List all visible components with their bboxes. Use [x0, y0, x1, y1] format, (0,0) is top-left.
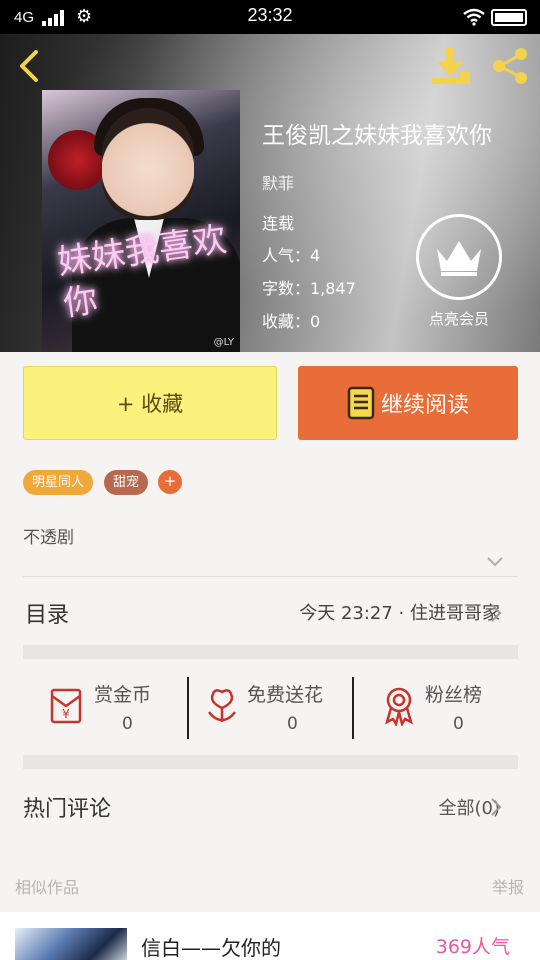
collect-label: + 收藏: [116, 392, 184, 416]
crown-icon: [437, 241, 481, 276]
similar-work-item[interactable]: 信白——欠你的 369人气: [0, 912, 540, 960]
medal-icon: [385, 687, 413, 726]
fan-ranking-button[interactable]: 粉丝榜 0: [381, 680, 511, 738]
section-separator: [23, 645, 518, 659]
tip-coins-button[interactable]: ¥ 赏金币 0: [46, 680, 176, 738]
book-popularity: 人气：4: [262, 246, 321, 265]
back-button[interactable]: [14, 48, 42, 84]
toc-latest-chapter[interactable]: 今天 23:27 · 住进哥哥家: [299, 599, 500, 625]
stat-separator: [352, 677, 354, 739]
tag-sweet-romance[interactable]: 甜宠: [104, 470, 149, 495]
send-flowers-button[interactable]: 免费送花 0: [203, 680, 353, 738]
stat-separator: [187, 677, 189, 739]
cover-face: [102, 108, 194, 220]
download-icon[interactable]: [430, 46, 472, 86]
collect-button[interactable]: + 收藏: [23, 366, 277, 440]
section-separator: [23, 755, 518, 769]
cover-signature: @LY: [213, 337, 234, 348]
book-word-count: 字数：1,847: [262, 279, 356, 298]
similar-works-title: 相似作品: [15, 878, 80, 897]
book-status: 连载: [262, 214, 295, 233]
divider: [23, 576, 518, 577]
toc-title[interactable]: 目录: [25, 597, 69, 629]
book-header: 4G ⚙ 23:32 妹妹我喜欢你 @LY 王俊凯之妹妹我喜欢你 默菲 连载 人…: [0, 0, 540, 352]
book-summary: 不透剧: [23, 528, 74, 548]
fan-ranking-label: 粉丝榜: [425, 684, 483, 706]
wifi-icon: [463, 8, 485, 26]
similar-work-cover: [15, 928, 127, 960]
hot-comments-title: 热门评论: [23, 797, 112, 822]
book-cover[interactable]: 妹妹我喜欢你 @LY: [42, 90, 240, 352]
red-envelope-icon: ¥: [50, 688, 82, 724]
clock: 23:32: [247, 5, 293, 25]
share-icon[interactable]: [490, 46, 530, 86]
battery-icon: [491, 9, 527, 26]
vip-label[interactable]: 点亮会员: [402, 308, 516, 329]
tip-coins-label: 赏金币: [94, 684, 152, 706]
status-bar: 4G ⚙ 23:32: [0, 0, 540, 34]
tag-celebrity-fanfic[interactable]: 明星同人: [23, 470, 94, 495]
book-title: 王俊凯之妹妹我喜欢你: [262, 123, 492, 149]
send-flowers-label: 免费送花: [247, 684, 324, 706]
chevron-right-icon[interactable]: [490, 603, 502, 623]
similar-work-title: 信白——欠你的: [141, 936, 281, 960]
similar-work-popularity: 369人气: [435, 936, 510, 958]
send-flowers-value: 0: [287, 714, 298, 734]
continue-reading-button[interactable]: 继续阅读: [298, 366, 518, 440]
svg-text:¥: ¥: [62, 707, 70, 721]
chevron-right-icon[interactable]: [490, 797, 502, 817]
add-tag-button[interactable]: +: [158, 470, 182, 494]
tip-coins-value: 0: [122, 714, 133, 734]
book-author[interactable]: 默菲: [262, 170, 294, 194]
expand-chevron-icon[interactable]: [486, 556, 504, 568]
book-favorites: 收藏：0: [262, 312, 321, 331]
continue-reading-label: 继续阅读: [380, 393, 469, 418]
flower-icon: [208, 689, 236, 722]
vip-button[interactable]: [416, 214, 502, 300]
book-icon: [347, 386, 375, 420]
report-link[interactable]: 举报: [492, 874, 524, 898]
fan-ranking-value: 0: [453, 714, 464, 734]
